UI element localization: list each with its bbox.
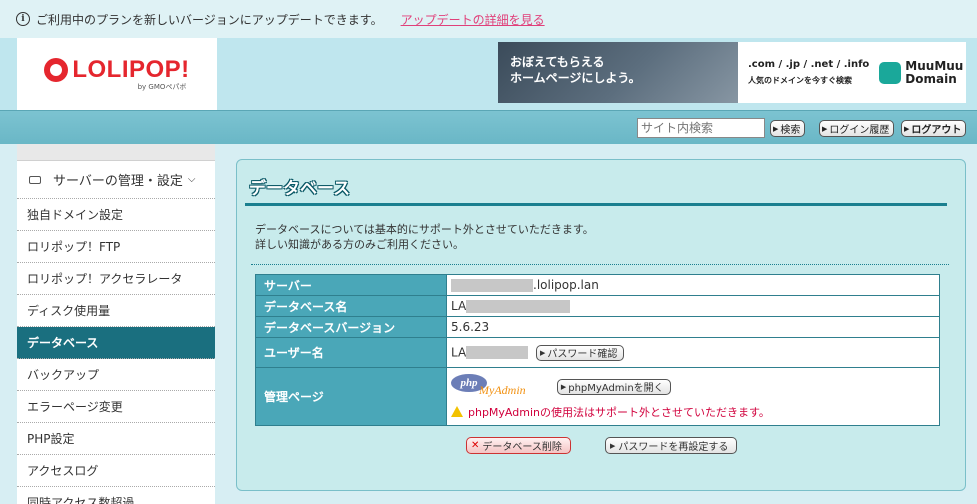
user-value: LA	[451, 345, 467, 359]
warning-icon	[451, 406, 463, 417]
sidebar-heading-label: サーバーの管理・設定	[53, 174, 183, 189]
user-value-cell: LA ▶ パスワード確認	[446, 337, 940, 368]
reset-password-button[interactable]: ▶ パスワードを再設定する	[605, 437, 738, 454]
logo-text: LOLIPOP!	[72, 56, 190, 83]
server-icon	[29, 175, 41, 184]
phpmyadmin-warning-text: phpMyAdminの使用法はサポート外とさせていただきます。	[468, 405, 770, 419]
login-history-button[interactable]: ▶ ログイン履歴	[819, 120, 895, 137]
update-notice-text: ご利用中のプランを新しいバージョンにアップデートできます。	[36, 12, 383, 27]
password-check-button[interactable]: ▶ パスワード確認	[536, 344, 625, 361]
banner-caption: 人気のドメインを今すぐ検索	[748, 75, 852, 85]
header: LOLIPOP! by GMOペパボ おぼえてもらえる ホームページにしよう。 …	[0, 38, 977, 110]
sidebar: サーバーの管理・設定 ⌵ 独自ドメイン設定 ロリポップ！FTP ロリポップ！アク…	[17, 144, 215, 504]
sidebar-item-ftp[interactable]: ロリポップ！FTP	[17, 231, 215, 263]
version-value: 5.6.23	[446, 316, 940, 338]
delete-database-button[interactable]: ✕ データベース削除	[466, 437, 571, 454]
nav-bar: ▶ 検索 ▶ ログイン履歴 ▶ ログアウト	[0, 110, 977, 144]
chevron-down-icon: ⌵	[187, 174, 196, 185]
sidebar-heading-server[interactable]: サーバーの管理・設定 ⌵	[17, 161, 215, 199]
redacted-mask	[466, 300, 571, 313]
sidebar-item-disk-usage[interactable]: ディスク使用量	[17, 295, 215, 327]
triangle-right-icon: ▶	[540, 348, 546, 357]
description-line-2: 詳しい知識がある方のみご利用ください。	[255, 238, 464, 251]
banner-photo: おぼえてもらえる ホームページにしよう。	[498, 42, 738, 103]
page-title: データベース	[245, 170, 947, 206]
redacted-mask	[466, 346, 529, 359]
redacted-mask	[451, 279, 533, 292]
dbname-value: LA	[451, 299, 467, 313]
logout-button[interactable]: ▶ ログアウト	[901, 120, 967, 137]
sidebar-item-domain[interactable]: 独自ドメイン設定	[17, 199, 215, 231]
triangle-right-icon: ▶	[560, 382, 567, 391]
server-value-cell: .lolipop.lan	[446, 274, 940, 296]
update-details-link[interactable]: アップデートの詳細を見る	[401, 11, 545, 28]
sidebar-item-backup[interactable]: バックアップ	[17, 359, 215, 391]
muumuu-logo-icon	[879, 61, 902, 84]
triangle-right-icon: ▶	[773, 124, 779, 133]
reset-password-label: パスワードを再設定する	[618, 442, 729, 453]
description: データベースについては基本的にサポート外とさせていただきます。 詳しい知識がある…	[255, 222, 594, 252]
logout-label: ログアウト	[911, 125, 962, 136]
sidebar-item-php-settings[interactable]: PHP設定	[17, 423, 215, 455]
triangle-right-icon: ▶	[610, 441, 616, 450]
password-check-label: パスワード確認	[547, 349, 618, 360]
search-button-label: 検索	[780, 125, 801, 136]
search-button[interactable]: ▶ 検索	[770, 120, 806, 137]
server-label: サーバー	[255, 274, 447, 296]
database-panel: データベース データベースについては基本的にサポート外とさせていただきます。 詳…	[236, 159, 966, 491]
sidebar-item-error-page[interactable]: エラーページ変更	[17, 391, 215, 423]
table-row: データベース名 LA	[255, 295, 940, 317]
triangle-right-icon: ▶	[822, 124, 828, 133]
phpmyadmin-logo: php MyAdmin	[451, 373, 541, 400]
divider	[251, 264, 949, 265]
sidebar-top-strip	[17, 144, 215, 161]
logo-sub: by GMOペパボ	[137, 83, 187, 91]
description-line-1: データベースについては基本的にサポート外とさせていただきます。	[255, 223, 594, 236]
banner-tlds: .com / .jp / .net / .info	[748, 58, 870, 70]
info-icon: i	[16, 12, 30, 26]
open-phpmyadmin-button[interactable]: ▶ phpMyAdminを開く	[556, 378, 671, 395]
sidebar-item-concurrent-access[interactable]: 同時アクセス数超過	[17, 487, 215, 504]
server-value: .lolipop.lan	[533, 278, 599, 292]
muumuu-domain-banner[interactable]: おぼえてもらえる ホームページにしよう。 .com / .jp / .net /…	[498, 42, 966, 103]
admin-page-cell: php MyAdmin ▶ phpMyAdminを開く phpMyAdminの使…	[446, 367, 940, 426]
database-info-table: サーバー .lolipop.lan データベース名 LA データベースバージョン…	[255, 274, 940, 426]
admin-page-label: 管理ページ	[255, 367, 447, 426]
table-row: サーバー .lolipop.lan	[255, 274, 940, 296]
lolipop-logo[interactable]: LOLIPOP! by GMOペパボ	[17, 38, 217, 110]
open-phpmyadmin-label: phpMyAdminを開く	[568, 383, 664, 394]
sidebar-item-accelerator[interactable]: ロリポップ！アクセラレータ	[17, 263, 215, 295]
table-row: 管理ページ php MyAdmin ▶ phpMyAdminを開く phpMyA…	[255, 367, 940, 426]
phpmyadmin-logo-myadmin: MyAdmin	[479, 382, 526, 397]
close-icon: ✕	[471, 440, 480, 451]
table-row: ユーザー名 LA ▶ パスワード確認	[255, 337, 940, 368]
version-label: データベースバージョン	[255, 316, 447, 338]
sidebar-item-access-log[interactable]: アクセスログ	[17, 455, 215, 487]
login-history-label: ログイン履歴	[829, 125, 890, 136]
table-row: データベースバージョン 5.6.23	[255, 316, 940, 338]
delete-database-label: データベース削除	[482, 442, 562, 453]
phpmyadmin-warning: phpMyAdminの使用法はサポート外とさせていただきます。	[451, 404, 939, 420]
site-search-input[interactable]	[637, 118, 765, 138]
user-label: ユーザー名	[255, 337, 447, 368]
banner-brand: MuuMuu Domain	[905, 58, 964, 86]
triangle-right-icon: ▶	[904, 124, 910, 133]
dbname-value-cell: LA	[446, 295, 940, 317]
update-notice-bar: i ご利用中のプランを新しいバージョンにアップデートできます。 アップデートの詳…	[0, 0, 977, 38]
dbname-label: データベース名	[255, 295, 447, 317]
sidebar-item-database[interactable]: データベース	[17, 327, 215, 359]
lolipop-logo-icon	[44, 58, 69, 82]
